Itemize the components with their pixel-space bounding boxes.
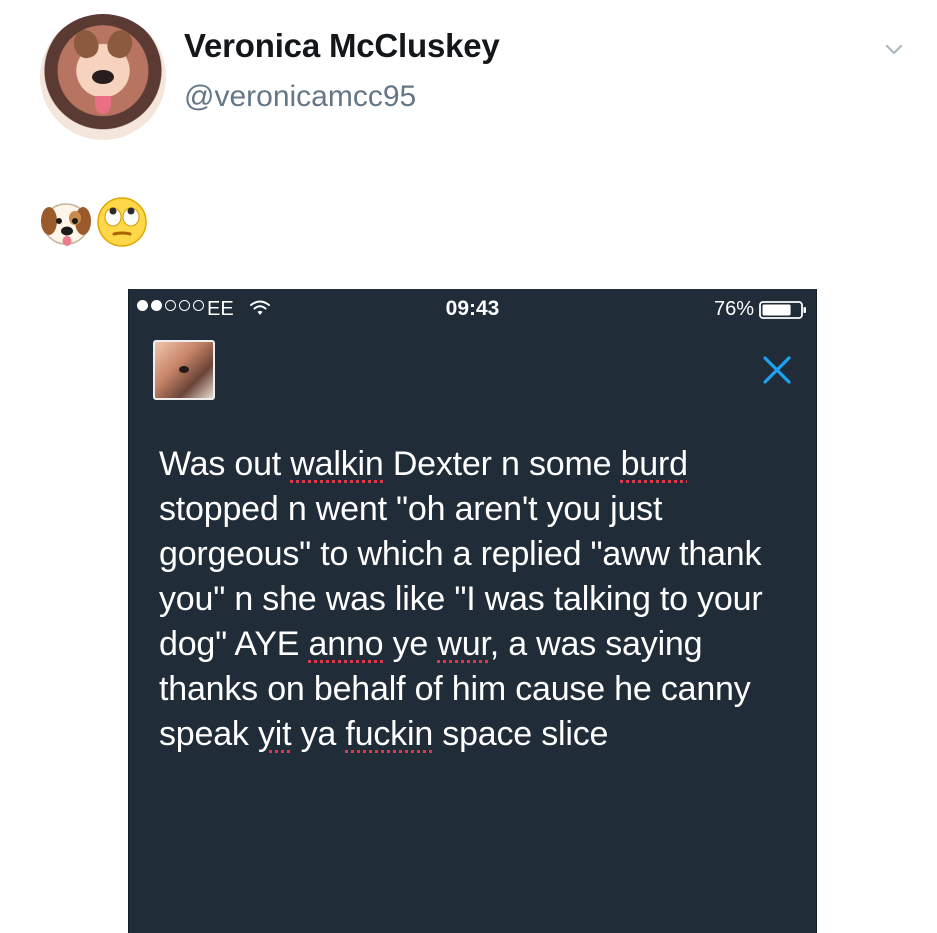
author-handle[interactable]: @veronicamcc95 xyxy=(184,78,416,116)
chevron-down-icon[interactable] xyxy=(885,41,903,59)
author-avatar[interactable] xyxy=(40,14,166,140)
misspelled-word: fuckin xyxy=(345,715,434,753)
misspelled-word: walkin xyxy=(290,445,384,483)
dog-ear-filter-right xyxy=(104,26,136,62)
misspelled-word: burd xyxy=(620,445,688,483)
misspelled-word: wur xyxy=(437,625,490,663)
status-time: 09:43 xyxy=(445,297,500,320)
dog-tongue-filter xyxy=(95,96,111,114)
screenshot-tweet-text: Was out walkin Dexter n some burd stoppe… xyxy=(159,442,794,757)
face-with-rolling-eyes-emoji xyxy=(97,197,147,247)
tweet-emoji-row xyxy=(38,194,150,256)
attached-screenshot[interactable]: EE 09:43 76% Was out walkin Dexter n som… xyxy=(128,289,817,933)
battery-percent: 76% xyxy=(713,298,754,320)
screenshot-author-avatar[interactable] xyxy=(153,340,215,400)
tweet-text-segment: ya xyxy=(291,715,346,753)
dog-nose-filter xyxy=(179,366,189,373)
misspelled-word: yit xyxy=(257,715,292,753)
tweet-text-segment: Was out xyxy=(159,445,291,483)
battery-icon xyxy=(759,301,806,319)
tweet-text-segment: ye xyxy=(383,625,438,663)
tweet-text-segment: space slice xyxy=(433,715,609,753)
status-bar: EE 09:43 76% xyxy=(129,289,816,329)
dog-face-emoji xyxy=(41,203,91,246)
author-name[interactable]: Veronica McCluskey xyxy=(184,26,500,66)
misspelled-word: anno xyxy=(308,625,384,663)
dog-nose-filter xyxy=(92,70,114,84)
close-icon[interactable] xyxy=(760,353,794,387)
tweet-text-segment: Dexter n some xyxy=(383,445,621,483)
dog-ear-filter-left xyxy=(70,26,102,62)
